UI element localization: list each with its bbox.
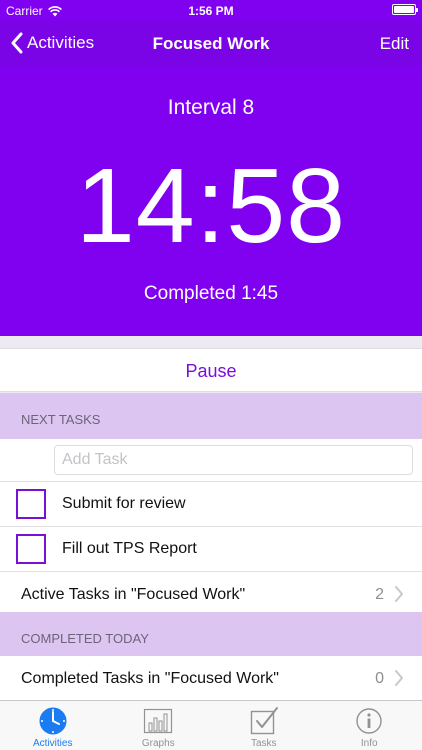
back-label: Activities xyxy=(27,33,95,52)
tab-graphs[interactable]: Graphs xyxy=(106,701,212,750)
task-row: Submit for review xyxy=(0,481,422,526)
interval-label: Interval 8 xyxy=(167,96,255,119)
completed-time-label: Completed 1:45 xyxy=(143,283,279,304)
tab-bar: Activities Graphs Tasks Info xyxy=(0,700,422,750)
pause-row: Pause xyxy=(0,348,422,392)
tab-activities[interactable]: Activities xyxy=(0,701,106,750)
status-time: 1:56 PM xyxy=(188,4,234,18)
task-row: Fill out TPS Report xyxy=(0,526,422,571)
completed-today-header: COMPLETED TODAY xyxy=(0,612,422,658)
navigation-bar: Activities Focused Work Edit xyxy=(0,22,422,66)
back-button[interactable]: Activities xyxy=(10,32,94,54)
completed-tasks-label: Completed Tasks in "Focused Work" xyxy=(21,670,279,687)
battery-icon xyxy=(392,4,418,15)
chevron-right-icon xyxy=(395,670,403,686)
chevron-left-icon xyxy=(11,32,23,54)
completed-tasks-link[interactable]: Completed Tasks in "Focused Work" 0 xyxy=(0,656,422,701)
info-icon xyxy=(356,708,382,734)
active-tasks-link[interactable]: Active Tasks in "Focused Work" 2 xyxy=(0,571,422,616)
tab-tasks[interactable]: Tasks xyxy=(211,701,317,750)
tab-label: Activities xyxy=(33,738,73,749)
status-bar: Carrier 1:56 PM xyxy=(0,0,422,22)
edit-button[interactable]: Edit xyxy=(380,34,409,54)
add-task-input[interactable] xyxy=(54,445,413,475)
clock-icon xyxy=(39,707,67,735)
task-checkbox[interactable] xyxy=(16,489,46,519)
add-task-row xyxy=(0,439,422,481)
chevron-right-icon xyxy=(395,586,403,602)
task-label: Submit for review xyxy=(62,495,186,512)
checkmark-box-icon xyxy=(250,707,278,735)
active-tasks-count: 2 xyxy=(375,586,384,603)
tab-info[interactable]: Info xyxy=(317,701,422,750)
bar-chart-icon xyxy=(144,708,173,734)
task-checkbox[interactable] xyxy=(16,534,46,564)
task-label: Fill out TPS Report xyxy=(62,540,197,557)
active-tasks-label: Active Tasks in "Focused Work" xyxy=(21,586,246,603)
tab-label: Tasks xyxy=(250,738,277,749)
completed-tasks-count: 0 xyxy=(375,670,384,687)
timer-display: 14:58 xyxy=(75,147,347,265)
tab-label: Info xyxy=(360,738,378,749)
pause-button[interactable]: Pause xyxy=(0,349,422,391)
next-tasks-list: Submit for review Fill out TPS Report Ac… xyxy=(0,439,422,616)
next-tasks-header: NEXT TASKS xyxy=(0,393,422,439)
completed-tasks-list: Completed Tasks in "Focused Work" 0 xyxy=(0,656,422,701)
battery-indicator xyxy=(392,4,418,15)
tab-label: Graphs xyxy=(141,738,175,749)
